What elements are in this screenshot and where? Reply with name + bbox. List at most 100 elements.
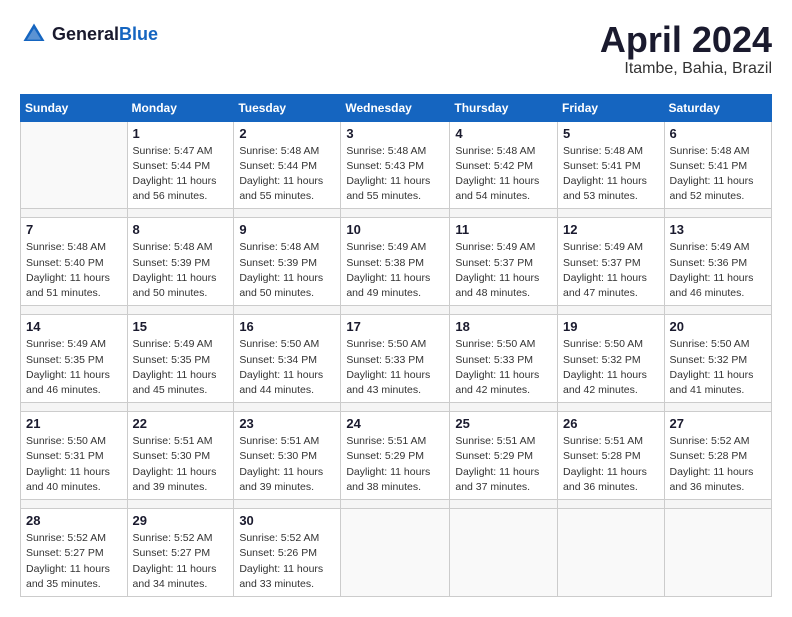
day-info: Sunrise: 5:49 AM Sunset: 5:38 PM Dayligh…: [346, 240, 444, 301]
day-info: Sunrise: 5:50 AM Sunset: 5:33 PM Dayligh…: [346, 337, 444, 398]
day-number: 8: [133, 222, 229, 237]
day-number: 14: [26, 319, 122, 334]
day-number: 29: [133, 513, 229, 528]
day-number: 27: [670, 416, 766, 431]
calendar-cell: 16 Sunrise: 5:50 AM Sunset: 5:34 PM Dayli…: [234, 315, 341, 403]
day-number: 17: [346, 319, 444, 334]
day-number: 15: [133, 319, 229, 334]
location-title: Itambe, Bahia, Brazil: [600, 60, 772, 78]
calendar-cell: 28Sunrise: 5:52 AM Sunset: 5:27 PM Dayli…: [21, 509, 128, 597]
day-info: Sunrise: 5:50 AM Sunset: 5:31 PM Dayligh…: [26, 434, 122, 495]
day-number: 2: [239, 126, 335, 141]
calendar-cell: 23Sunrise: 5:51 AM Sunset: 5:30 PM Dayli…: [234, 412, 341, 500]
day-number: 13: [670, 222, 766, 237]
calendar-cell: 15Sunrise: 5:49 AM Sunset: 5:35 PM Dayli…: [127, 315, 234, 403]
day-info: Sunrise: 5:51 AM Sunset: 5:29 PM Dayligh…: [346, 434, 444, 495]
logo-icon: [20, 20, 48, 48]
calendar-cell: 7Sunrise: 5:48 AM Sunset: 5:40 PM Daylig…: [21, 218, 128, 306]
calendar-cell: 25 Sunrise: 5:51 AM Sunset: 5:29 PM Dayli…: [450, 412, 558, 500]
header-day-saturday: Saturday: [664, 94, 771, 121]
day-number: 20: [670, 319, 766, 334]
calendar-cell: 18 Sunrise: 5:50 AM Sunset: 5:33 PM Dayli…: [450, 315, 558, 403]
day-info: Sunrise: 5:50 AM Sunset: 5:32 PM Dayligh…: [670, 337, 766, 398]
day-info: Sunrise: 5:49 AM Sunset: 5:35 PM Dayligh…: [26, 337, 122, 398]
calendar-cell: 27Sunrise: 5:52 AM Sunset: 5:28 PM Dayli…: [664, 412, 771, 500]
day-info: Sunrise: 5:48 AM Sunset: 5:42 PM Dayligh…: [455, 144, 552, 205]
day-info: Sunrise: 5:52 AM Sunset: 5:26 PM Dayligh…: [239, 531, 335, 592]
calendar-cell: 22 Sunrise: 5:51 AM Sunset: 5:30 PM Dayli…: [127, 412, 234, 500]
calendar-cell: 5 Sunrise: 5:48 AM Sunset: 5:41 PM Daylig…: [558, 121, 665, 209]
calendar-cell: [21, 121, 128, 209]
calendar-cell: 13 Sunrise: 5:49 AM Sunset: 5:36 PM Dayli…: [664, 218, 771, 306]
day-info: Sunrise: 5:51 AM Sunset: 5:28 PM Dayligh…: [563, 434, 659, 495]
header-day-thursday: Thursday: [450, 94, 558, 121]
calendar-cell: 2 Sunrise: 5:48 AM Sunset: 5:44 PM Daylig…: [234, 121, 341, 209]
week-row-3: 14 Sunrise: 5:49 AM Sunset: 5:35 PM Dayli…: [21, 315, 772, 403]
calendar-cell: 1Sunrise: 5:47 AM Sunset: 5:44 PM Daylig…: [127, 121, 234, 209]
day-number: 21: [26, 416, 122, 431]
week-separator: [21, 306, 772, 315]
calendar-cell: 6Sunrise: 5:48 AM Sunset: 5:41 PM Daylig…: [664, 121, 771, 209]
calendar-cell: 19Sunrise: 5:50 AM Sunset: 5:32 PM Dayli…: [558, 315, 665, 403]
calendar-cell: 21 Sunrise: 5:50 AM Sunset: 5:31 PM Dayli…: [21, 412, 128, 500]
title-block: April 2024 Itambe, Bahia, Brazil: [600, 20, 772, 78]
calendar-cell: 30 Sunrise: 5:52 AM Sunset: 5:26 PM Dayli…: [234, 509, 341, 597]
day-info: Sunrise: 5:48 AM Sunset: 5:44 PM Dayligh…: [239, 144, 335, 205]
day-info: Sunrise: 5:49 AM Sunset: 5:36 PM Dayligh…: [670, 240, 766, 301]
calendar-cell: [450, 509, 558, 597]
calendar-cell: 14 Sunrise: 5:49 AM Sunset: 5:35 PM Dayli…: [21, 315, 128, 403]
logo: GeneralBlue: [20, 20, 158, 48]
day-info: Sunrise: 5:48 AM Sunset: 5:43 PM Dayligh…: [346, 144, 444, 205]
day-number: 30: [239, 513, 335, 528]
day-number: 1: [133, 126, 229, 141]
day-info: Sunrise: 5:48 AM Sunset: 5:39 PM Dayligh…: [239, 240, 335, 301]
calendar-cell: [558, 509, 665, 597]
week-row-5: 28Sunrise: 5:52 AM Sunset: 5:27 PM Dayli…: [21, 509, 772, 597]
day-info: Sunrise: 5:51 AM Sunset: 5:30 PM Dayligh…: [239, 434, 335, 495]
calendar-cell: 12 Sunrise: 5:49 AM Sunset: 5:37 PM Dayli…: [558, 218, 665, 306]
week-separator: [21, 209, 772, 218]
day-info: Sunrise: 5:48 AM Sunset: 5:39 PM Dayligh…: [133, 240, 229, 301]
day-number: 24: [346, 416, 444, 431]
week-row-2: 7Sunrise: 5:48 AM Sunset: 5:40 PM Daylig…: [21, 218, 772, 306]
day-number: 22: [133, 416, 229, 431]
day-info: Sunrise: 5:50 AM Sunset: 5:34 PM Dayligh…: [239, 337, 335, 398]
calendar-cell: 11 Sunrise: 5:49 AM Sunset: 5:37 PM Dayli…: [450, 218, 558, 306]
calendar-cell: [341, 509, 450, 597]
calendar-cell: 20 Sunrise: 5:50 AM Sunset: 5:32 PM Dayli…: [664, 315, 771, 403]
header-day-monday: Monday: [127, 94, 234, 121]
day-number: 18: [455, 319, 552, 334]
day-info: Sunrise: 5:49 AM Sunset: 5:37 PM Dayligh…: [455, 240, 552, 301]
month-title: April 2024: [600, 20, 772, 60]
day-info: Sunrise: 5:48 AM Sunset: 5:40 PM Dayligh…: [26, 240, 122, 301]
day-info: Sunrise: 5:49 AM Sunset: 5:37 PM Dayligh…: [563, 240, 659, 301]
day-info: Sunrise: 5:48 AM Sunset: 5:41 PM Dayligh…: [563, 144, 659, 205]
day-info: Sunrise: 5:51 AM Sunset: 5:29 PM Dayligh…: [455, 434, 552, 495]
header-day-friday: Friday: [558, 94, 665, 121]
day-info: Sunrise: 5:48 AM Sunset: 5:41 PM Dayligh…: [670, 144, 766, 205]
day-number: 25: [455, 416, 552, 431]
week-row-1: 1Sunrise: 5:47 AM Sunset: 5:44 PM Daylig…: [21, 121, 772, 209]
week-separator: [21, 403, 772, 412]
week-separator: [21, 500, 772, 509]
day-number: 16: [239, 319, 335, 334]
header-day-tuesday: Tuesday: [234, 94, 341, 121]
calendar-header-row: SundayMondayTuesdayWednesdayThursdayFrid…: [21, 94, 772, 121]
day-number: 19: [563, 319, 659, 334]
page-header: GeneralBlue April 2024 Itambe, Bahia, Br…: [20, 20, 772, 78]
day-info: Sunrise: 5:52 AM Sunset: 5:27 PM Dayligh…: [26, 531, 122, 592]
calendar-cell: 26 Sunrise: 5:51 AM Sunset: 5:28 PM Dayli…: [558, 412, 665, 500]
calendar-cell: 24 Sunrise: 5:51 AM Sunset: 5:29 PM Dayli…: [341, 412, 450, 500]
day-number: 4: [455, 126, 552, 141]
day-info: Sunrise: 5:51 AM Sunset: 5:30 PM Dayligh…: [133, 434, 229, 495]
day-number: 11: [455, 222, 552, 237]
day-info: Sunrise: 5:50 AM Sunset: 5:33 PM Dayligh…: [455, 337, 552, 398]
day-number: 9: [239, 222, 335, 237]
calendar-cell: 3Sunrise: 5:48 AM Sunset: 5:43 PM Daylig…: [341, 121, 450, 209]
day-number: 12: [563, 222, 659, 237]
calendar-cell: 29Sunrise: 5:52 AM Sunset: 5:27 PM Dayli…: [127, 509, 234, 597]
calendar-cell: 10Sunrise: 5:49 AM Sunset: 5:38 PM Dayli…: [341, 218, 450, 306]
calendar-cell: 9 Sunrise: 5:48 AM Sunset: 5:39 PM Daylig…: [234, 218, 341, 306]
day-number: 26: [563, 416, 659, 431]
day-number: 5: [563, 126, 659, 141]
